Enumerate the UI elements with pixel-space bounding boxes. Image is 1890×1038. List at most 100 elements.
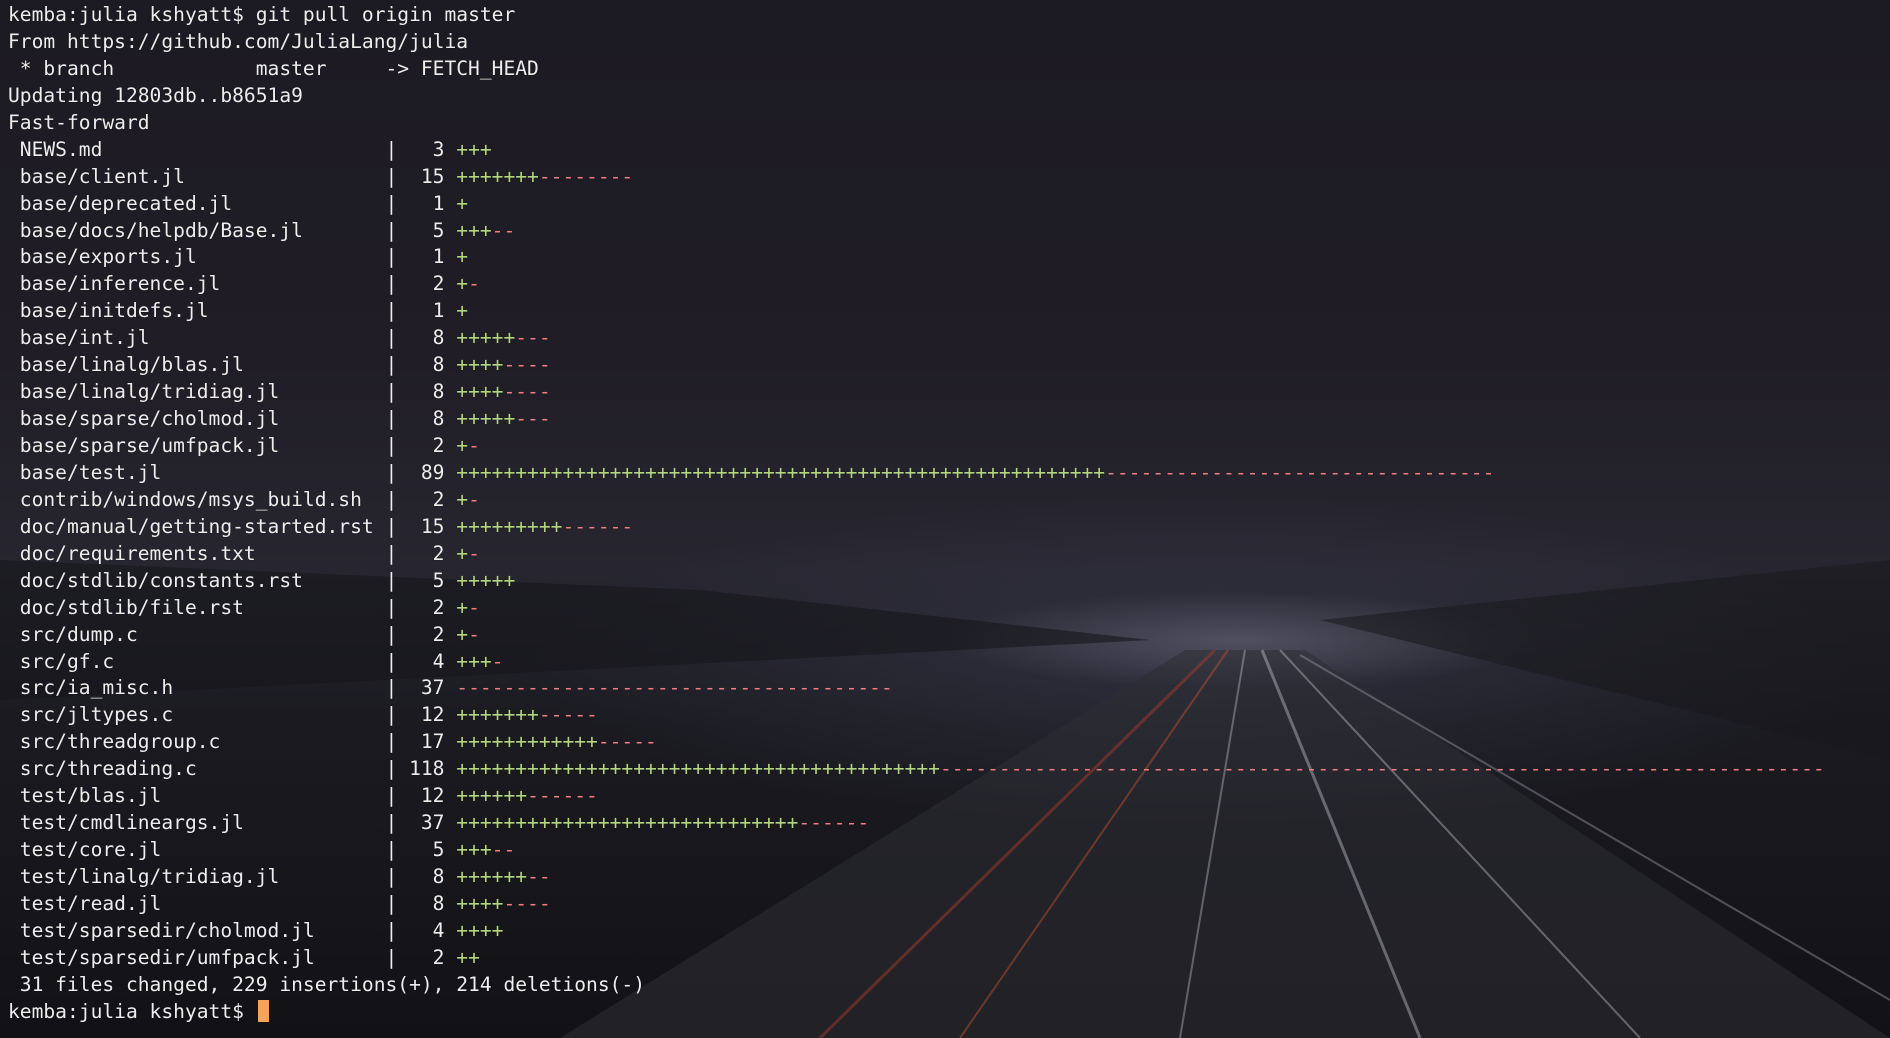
change-count: 2	[409, 945, 457, 969]
insertions-graph: +++	[456, 218, 492, 242]
command-line: kemba:julia kshyatt$ git pull origin mas…	[8, 2, 1825, 29]
diffstat-row: doc/stdlib/constants.rst | 5 +++++	[8, 568, 1825, 595]
deletions-graph: ------	[798, 811, 870, 835]
file-name: NEWS.md	[8, 137, 386, 161]
diffstat-row: base/int.jl | 8 +++++---	[8, 325, 1825, 352]
separator: |	[385, 918, 410, 942]
insertions-graph: +++++	[456, 568, 516, 592]
deletions-graph: ----	[503, 353, 551, 377]
separator: |	[385, 299, 410, 323]
file-name: test/sparsedir/cholmod.jl	[8, 918, 386, 942]
prompt: kemba:julia kshyatt$	[8, 999, 256, 1023]
insertions-graph: ++++++++++++++++++++++++++++++++++++++++…	[456, 460, 1106, 484]
summary-line: 31 files changed, 229 insertions(+), 214…	[8, 972, 1825, 999]
change-count: 15	[409, 514, 457, 538]
change-count: 3	[409, 137, 457, 161]
separator: |	[385, 326, 410, 350]
separator: |	[385, 676, 410, 700]
change-count: 37	[409, 676, 457, 700]
file-name: base/int.jl	[8, 326, 386, 350]
separator: |	[385, 487, 410, 511]
diffstat-row: base/inference.jl | 2 +-	[8, 271, 1825, 298]
diffstat-row: test/sparsedir/umfpack.jl | 2 ++	[8, 945, 1825, 972]
diffstat-row: test/blas.jl | 12 ++++++------	[8, 783, 1825, 810]
deletions-graph: ------	[562, 514, 634, 538]
diffstat-row: base/docs/helpdb/Base.jl | 5 +++--	[8, 218, 1825, 245]
deletions-graph: ------	[527, 784, 598, 808]
deletions-graph: --------	[538, 164, 634, 188]
file-name: base/initdefs.jl	[8, 299, 386, 323]
fast-forward-line: Fast-forward	[8, 110, 1825, 137]
diffstat-row: src/jltypes.c | 12 +++++++-----	[8, 702, 1825, 729]
deletions-graph: ---	[515, 407, 551, 431]
change-count: 8	[409, 891, 457, 915]
file-name: test/sparsedir/umfpack.jl	[8, 945, 386, 969]
file-name: base/client.jl	[8, 164, 386, 188]
file-name: base/docs/helpdb/Base.jl	[8, 218, 386, 242]
change-count: 12	[409, 784, 457, 808]
file-name: base/exports.jl	[8, 245, 386, 269]
separator: |	[385, 137, 410, 161]
change-count: 2	[409, 541, 457, 565]
file-name: base/test.jl	[8, 460, 386, 484]
insertions-graph: +++	[456, 838, 492, 862]
deletions-graph: -	[468, 272, 480, 296]
separator: |	[385, 757, 410, 781]
insertions-graph: +++++++	[456, 703, 539, 727]
separator: |	[385, 164, 410, 188]
change-count: 2	[409, 595, 457, 619]
separator: |	[385, 838, 410, 862]
file-name: src/gf.c	[8, 649, 386, 673]
diffstat-row: base/linalg/blas.jl | 8 ++++----	[8, 352, 1825, 379]
insertions-graph: +++	[456, 137, 492, 161]
file-name: doc/manual/getting-started.rst	[8, 514, 386, 538]
change-count: 4	[409, 918, 457, 942]
diffstat-row: src/ia_misc.h | 37 ---------------------…	[8, 675, 1825, 702]
diffstat-row: src/dump.c | 2 +-	[8, 622, 1825, 649]
terminal-output: kemba:julia kshyatt$ git pull origin mas…	[8, 2, 1825, 1026]
change-count: 15	[409, 164, 457, 188]
deletions-graph: ----	[503, 380, 551, 404]
diffstat-row: doc/requirements.txt | 2 +-	[8, 541, 1825, 568]
diffstat-row: base/exports.jl | 1 +	[8, 244, 1825, 271]
file-name: test/blas.jl	[8, 784, 386, 808]
insertions-graph: ++++++	[456, 865, 528, 888]
insertions-graph: +++++	[456, 326, 516, 350]
insertions-graph: +	[456, 245, 469, 269]
file-name: test/read.jl	[8, 891, 386, 915]
deletions-graph: -	[468, 595, 480, 619]
from-line: From https://github.com/JuliaLang/julia	[8, 29, 1825, 56]
diffstat-row: contrib/windows/msys_build.sh | 2 +-	[8, 487, 1825, 514]
deletions-graph: -----	[538, 703, 598, 727]
change-count: 2	[409, 434, 457, 457]
insertions-graph: +	[456, 487, 469, 511]
deletions-graph: ---------------------------------	[1105, 460, 1495, 484]
change-count: 1	[409, 191, 457, 215]
diffstat-row: base/sparse/cholmod.jl | 8 +++++---	[8, 406, 1825, 433]
separator: |	[385, 811, 410, 835]
file-name: doc/requirements.txt	[8, 541, 386, 565]
file-name: base/sparse/cholmod.jl	[8, 407, 386, 431]
terminal-window[interactable]: kemba:julia kshyatt$ git pull origin mas…	[0, 0, 1890, 1038]
deletions-graph: -------------------------------------	[456, 676, 893, 700]
updating-line: Updating 12803db..b8651a9	[8, 83, 1825, 110]
change-count: 8	[409, 326, 457, 350]
separator: |	[385, 730, 410, 754]
separator: |	[385, 434, 410, 457]
deletions-graph: --	[491, 838, 516, 862]
file-name: base/inference.jl	[8, 272, 386, 296]
separator: |	[385, 514, 410, 538]
insertions-graph: ++++	[456, 918, 504, 942]
insertions-graph: +++	[456, 649, 492, 673]
insertions-graph: +	[456, 541, 469, 565]
diffstat-row: test/core.jl | 5 +++--	[8, 837, 1825, 864]
separator: |	[385, 245, 410, 269]
separator: |	[385, 568, 410, 592]
output-text: Updating 12803db..b8651a9	[8, 83, 303, 107]
insertions-graph: +++++++++	[456, 514, 563, 538]
separator: |	[385, 541, 410, 565]
change-count: 1	[409, 245, 457, 269]
text-cursor[interactable]	[257, 999, 269, 1022]
output-text: * branch master -> FETCH_HEAD	[8, 56, 539, 80]
